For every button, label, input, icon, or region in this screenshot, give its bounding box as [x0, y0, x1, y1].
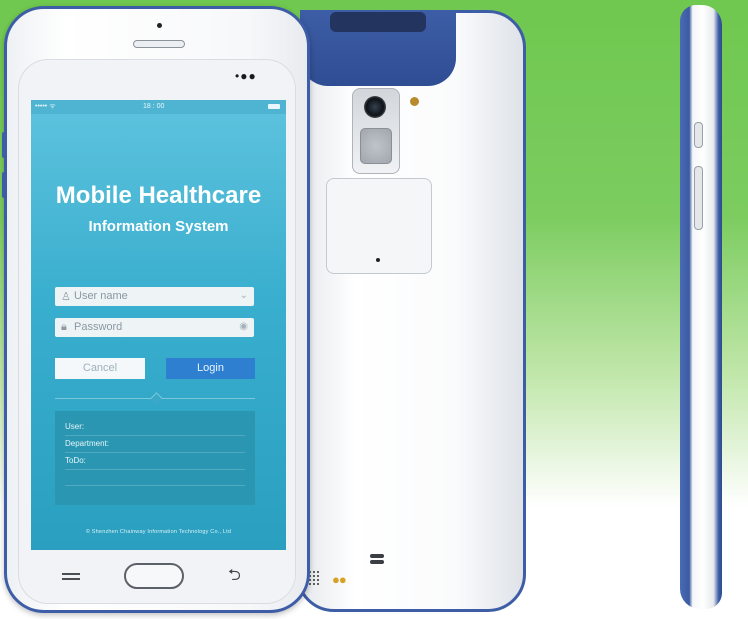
user-icon: ♙ — [61, 291, 71, 303]
lock-icon: 🔒︎ — [61, 321, 67, 333]
camera-lens — [364, 96, 386, 118]
status-time: 18 : 00 — [143, 103, 165, 110]
side-view-phone — [680, 5, 722, 609]
home-button[interactable] — [124, 563, 184, 589]
username-input[interactable]: ♙ User name ⌄ — [55, 287, 254, 306]
front-camera — [157, 23, 162, 28]
volume-button[interactable] — [2, 132, 6, 158]
app-title: Mobile Healthcare — [55, 182, 262, 209]
earpiece-speaker — [133, 40, 185, 48]
phone-screen: ••••• ᯤ 18 : 00 Mobile Healthcare Inform… — [31, 100, 286, 550]
chevron-down-icon[interactable]: ⌄ — [240, 290, 248, 301]
signal-indicator: ••••• ᯤ — [35, 103, 56, 110]
info-line — [65, 452, 245, 453]
camera-flash — [410, 97, 419, 106]
cancel-button[interactable]: Cancel — [55, 358, 145, 379]
username-placeholder: User name — [74, 290, 128, 302]
login-button[interactable]: Login — [166, 358, 255, 379]
charging-pins: ●● — [332, 572, 347, 587]
copyright-text: © Shenzhen Chainway Information Technolo… — [85, 529, 232, 535]
side-key-volume[interactable] — [694, 166, 703, 230]
back-speaker — [368, 552, 386, 578]
volume-button-2[interactable] — [2, 172, 6, 198]
back-icon[interactable]: ⮌ — [228, 564, 241, 591]
proximity-sensors: •●● — [235, 69, 257, 83]
side-key-power[interactable] — [694, 122, 703, 148]
todo-label: ToDo: — [65, 456, 86, 465]
divider-notch — [150, 392, 163, 405]
eye-icon[interactable]: ◉ — [239, 321, 248, 332]
info-line — [65, 485, 245, 486]
password-placeholder: Password — [74, 321, 123, 333]
app-subtitle: Information System — [88, 218, 229, 235]
menu-icon[interactable] — [62, 573, 80, 580]
department-label: Department: — [65, 439, 110, 448]
password-input[interactable]: 🔒︎ Password ◉ — [55, 318, 254, 337]
status-bar: ••••• ᯤ 18 : 00 — [31, 100, 286, 114]
battery-icon — [268, 104, 280, 109]
scanner-window — [330, 12, 426, 32]
info-line — [65, 435, 245, 436]
user-label: User: — [65, 422, 85, 431]
fingerprint-sensor — [360, 128, 392, 164]
nfc-dot — [376, 258, 380, 262]
info-line — [65, 469, 245, 470]
user-info-panel: User: Department: ToDo: — [55, 411, 255, 505]
